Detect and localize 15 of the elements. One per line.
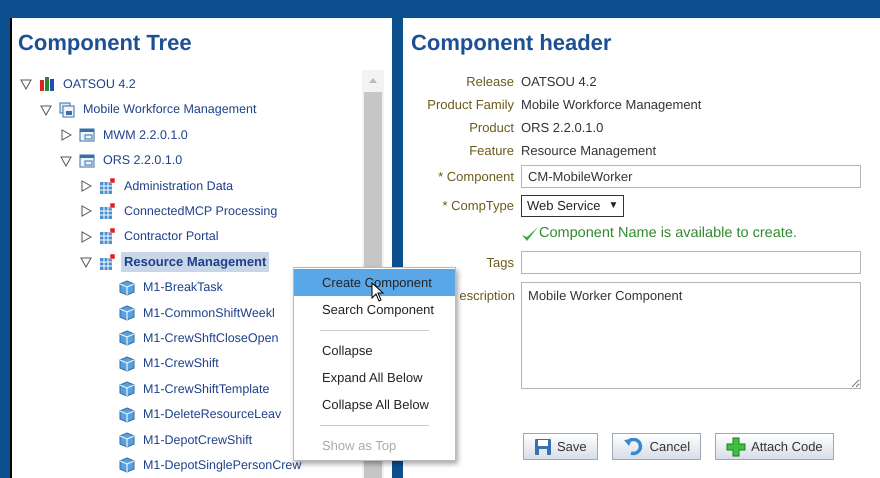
field-label: Tags bbox=[486, 254, 515, 272]
field-value: OATSOU 4.2 bbox=[521, 72, 597, 91]
status-message: Component Name is available to create. bbox=[539, 224, 797, 244]
panel-title: Component Tree bbox=[17, 29, 193, 57]
dropdown-arrow: ▼ bbox=[608, 199, 618, 213]
field-value: Resource Management bbox=[521, 142, 656, 160]
field-label: * CompType bbox=[441, 196, 515, 215]
field-label: Feature bbox=[468, 142, 515, 160]
field-value: Mobile Workforce Management bbox=[521, 96, 702, 114]
field-value: ORS 2.2.0.1.0 bbox=[521, 118, 604, 137]
field-label: Release bbox=[465, 72, 515, 91]
field-label: Product bbox=[468, 118, 515, 137]
panel-title: Component header bbox=[410, 29, 612, 57]
field-label: Product Family bbox=[426, 96, 515, 114]
field-label: * Component bbox=[437, 168, 515, 186]
